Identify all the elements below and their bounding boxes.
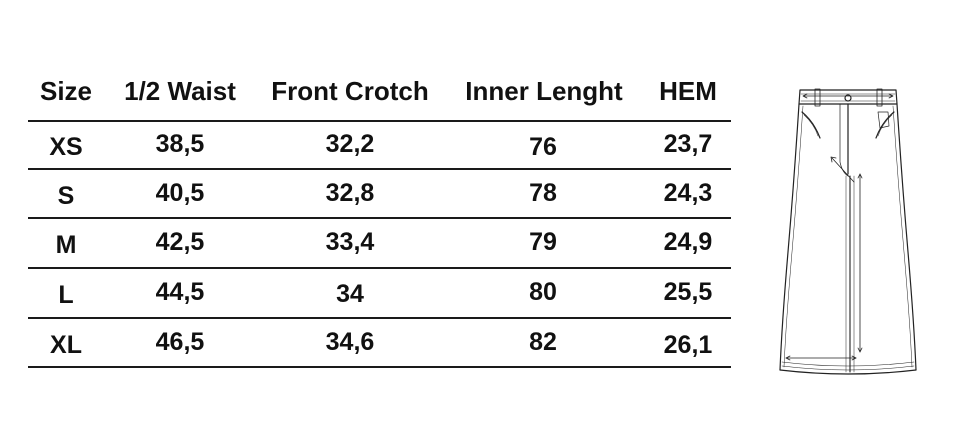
cell-waist: 40,5 bbox=[155, 179, 205, 207]
cell-waist: 42,5 bbox=[155, 228, 205, 256]
table-rule bbox=[28, 217, 731, 219]
table-rule bbox=[28, 267, 731, 269]
table-rule bbox=[28, 317, 731, 319]
cell-waist: 38,5 bbox=[155, 130, 205, 158]
table-rule bbox=[28, 366, 731, 368]
header-half-waist: 1/2 Waist bbox=[124, 76, 236, 106]
cell-inner: 82 bbox=[529, 328, 557, 356]
cell-hem: 26,1 bbox=[663, 331, 713, 359]
cell-crotch: 33,4 bbox=[325, 228, 375, 256]
cell-inner: 78 bbox=[529, 179, 557, 207]
cell-waist: 44,5 bbox=[155, 278, 205, 306]
cell-inner: 79 bbox=[529, 228, 557, 256]
cell-hem: 23,7 bbox=[663, 130, 713, 158]
cell-inner: 76 bbox=[529, 133, 557, 161]
cell-crotch: 32,8 bbox=[325, 179, 375, 207]
header-front-crotch: Front Crotch bbox=[271, 76, 429, 106]
table-rule bbox=[28, 120, 731, 122]
table-rule bbox=[28, 168, 731, 170]
header-inner-length: Inner Lenght bbox=[465, 76, 623, 106]
cell-inner: 80 bbox=[529, 278, 557, 306]
header-size: Size bbox=[39, 76, 93, 106]
cell-crotch: 34 bbox=[336, 280, 364, 308]
cell-crotch: 32,2 bbox=[325, 130, 375, 158]
denim-skirt-measurement-icon bbox=[779, 88, 917, 375]
cell-hem: 24,9 bbox=[663, 228, 713, 256]
cell-hem: 24,3 bbox=[663, 179, 713, 207]
header-hem: HEM bbox=[659, 76, 717, 106]
cell-hem: 25,5 bbox=[663, 278, 713, 306]
cell-crotch: 34,6 bbox=[325, 328, 375, 356]
cell-waist: 46,5 bbox=[155, 328, 205, 356]
